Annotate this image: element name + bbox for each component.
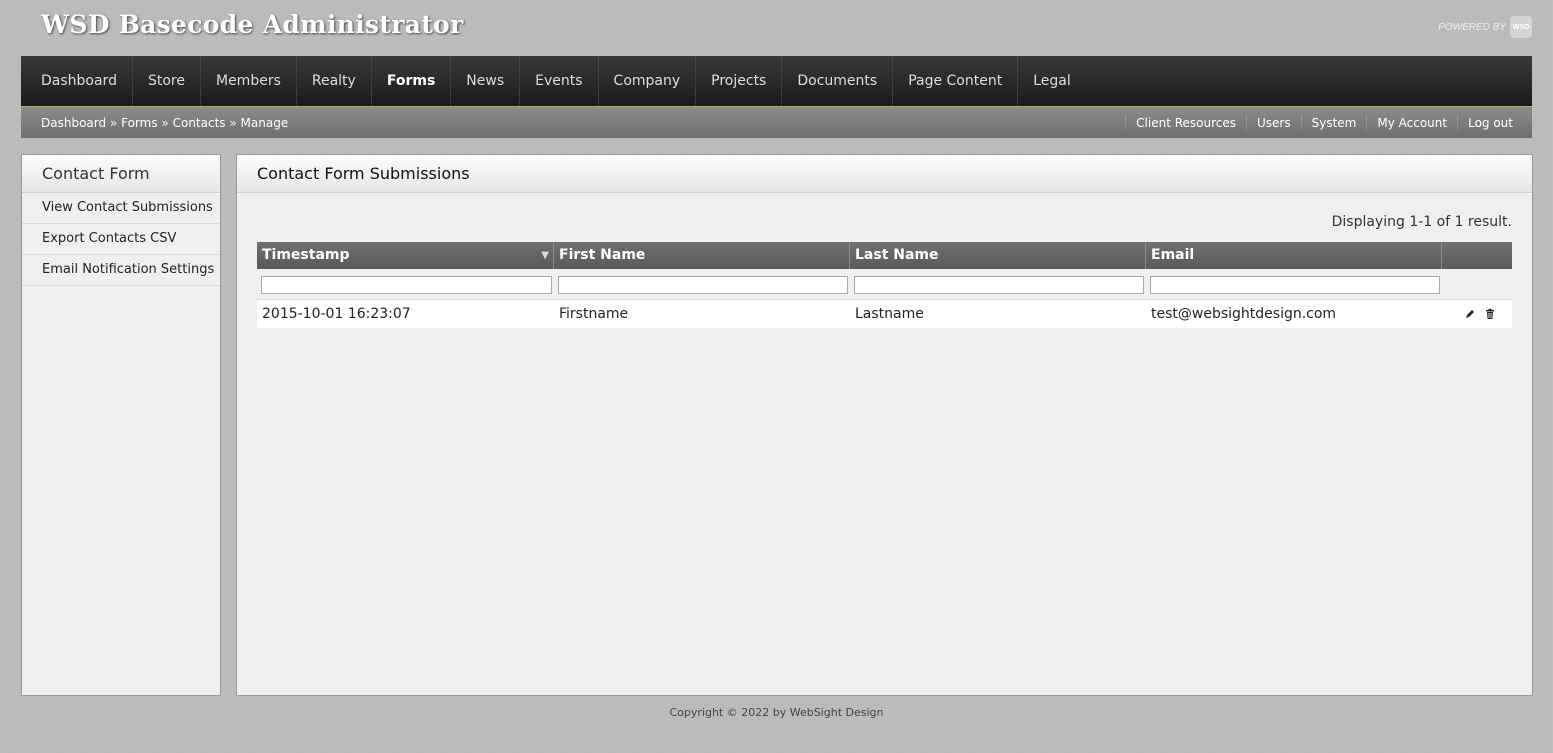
grid-header: Timestamp ▼ First Name Last Name Email	[257, 242, 1512, 269]
filter-timestamp-input[interactable]	[261, 276, 552, 294]
nav-item-forms[interactable]: Forms	[370, 56, 450, 106]
filter-cell	[257, 274, 554, 294]
nav-item-news[interactable]: News	[450, 56, 519, 106]
nav-item-company[interactable]: Company	[597, 56, 696, 106]
breadcrumb: Dashboard » Forms » Contacts » Manage	[21, 116, 288, 130]
col-head-first-name[interactable]: First Name	[554, 242, 850, 269]
util-log-out[interactable]: Log out	[1457, 115, 1523, 130]
breadcrumb-separator: »	[229, 115, 237, 130]
col-head-last-name[interactable]: Last Name	[850, 242, 1146, 269]
breadcrumb-forms[interactable]: Forms	[121, 116, 157, 130]
submissions-grid: Timestamp ▼ First Name Last Name Email 2…	[257, 242, 1512, 328]
table-row: 2015-10-01 16:23:07 Firstname Lastname t…	[257, 300, 1512, 328]
app-title: WSD Basecode Administrator	[41, 10, 464, 39]
filter-cell	[554, 274, 850, 294]
main-nav: Dashboard Store Members Realty Forms New…	[21, 56, 1532, 107]
col-head-email[interactable]: Email	[1146, 242, 1442, 269]
footer-copyright: Copyright © 2022 by WebSight Design	[669, 706, 884, 719]
sort-desc-icon: ▼	[541, 250, 549, 261]
col-head-actions	[1442, 242, 1512, 269]
nav-item-projects[interactable]: Projects	[695, 56, 781, 106]
filter-email-input[interactable]	[1150, 276, 1440, 294]
powered-by-text: POWERED BY	[1438, 21, 1506, 33]
col-head-timestamp[interactable]: Timestamp ▼	[257, 242, 554, 269]
page-title: Contact Form Submissions	[237, 155, 1532, 193]
sidebar-title: Contact Form	[22, 155, 220, 193]
sidebar-link-export-csv[interactable]: Export Contacts CSV	[22, 224, 220, 255]
wsd-logo[interactable]: WSD	[1510, 16, 1532, 38]
filter-cell	[1146, 274, 1442, 294]
breadcrumb-dashboard[interactable]: Dashboard	[41, 116, 106, 130]
nav-item-dashboard[interactable]: Dashboard	[21, 56, 132, 106]
edit-pencil-icon[interactable]	[1464, 308, 1476, 320]
nav-item-realty[interactable]: Realty	[295, 56, 371, 106]
sidebar-panel: Contact Form View Contact Submissions Ex…	[21, 154, 221, 696]
cell-actions	[1442, 308, 1512, 320]
util-system[interactable]: System	[1300, 115, 1367, 130]
breadcrumb-contacts[interactable]: Contacts	[173, 116, 226, 130]
breadcrumb-manage[interactable]: Manage	[241, 116, 289, 130]
content-panel: Contact Form Submissions Displaying 1-1 …	[236, 154, 1533, 696]
nav-item-store[interactable]: Store	[131, 56, 200, 106]
sidebar-link-view-submissions[interactable]: View Contact Submissions	[22, 193, 220, 224]
nav-item-documents[interactable]: Documents	[781, 56, 892, 106]
nav-item-page-content[interactable]: Page Content	[892, 56, 1017, 106]
util-users[interactable]: Users	[1246, 115, 1301, 130]
filter-first-name-input[interactable]	[558, 276, 848, 294]
nav-item-legal[interactable]: Legal	[1017, 56, 1086, 106]
breadcrumb-separator: »	[161, 115, 169, 130]
nav-item-events[interactable]: Events	[519, 56, 597, 106]
util-nav: Client Resources Users System My Account…	[1125, 115, 1532, 130]
filter-cell	[850, 274, 1146, 294]
nav-item-members[interactable]: Members	[199, 56, 296, 106]
filter-last-name-input[interactable]	[854, 276, 1144, 294]
powered-by: POWERED BY WSD	[1438, 16, 1532, 38]
sub-nav: Dashboard » Forms » Contacts » Manage Cl…	[21, 107, 1532, 138]
breadcrumb-separator: »	[109, 115, 118, 130]
util-my-account[interactable]: My Account	[1366, 115, 1457, 130]
delete-trash-icon[interactable]	[1484, 308, 1496, 320]
cell-first-name: Firstname	[559, 306, 629, 322]
sidebar-link-email-settings[interactable]: Email Notification Settings	[22, 255, 220, 286]
col-head-timestamp-label: Timestamp	[262, 247, 350, 263]
util-client-resources[interactable]: Client Resources	[1125, 115, 1246, 130]
cell-last-name: Lastname	[855, 306, 924, 322]
cell-timestamp: 2015-10-01 16:23:07	[262, 306, 411, 322]
filter-row	[257, 269, 1512, 300]
cell-email: test@websightdesign.com	[1151, 306, 1337, 322]
result-count: Displaying 1-1 of 1 result.	[1331, 214, 1512, 230]
